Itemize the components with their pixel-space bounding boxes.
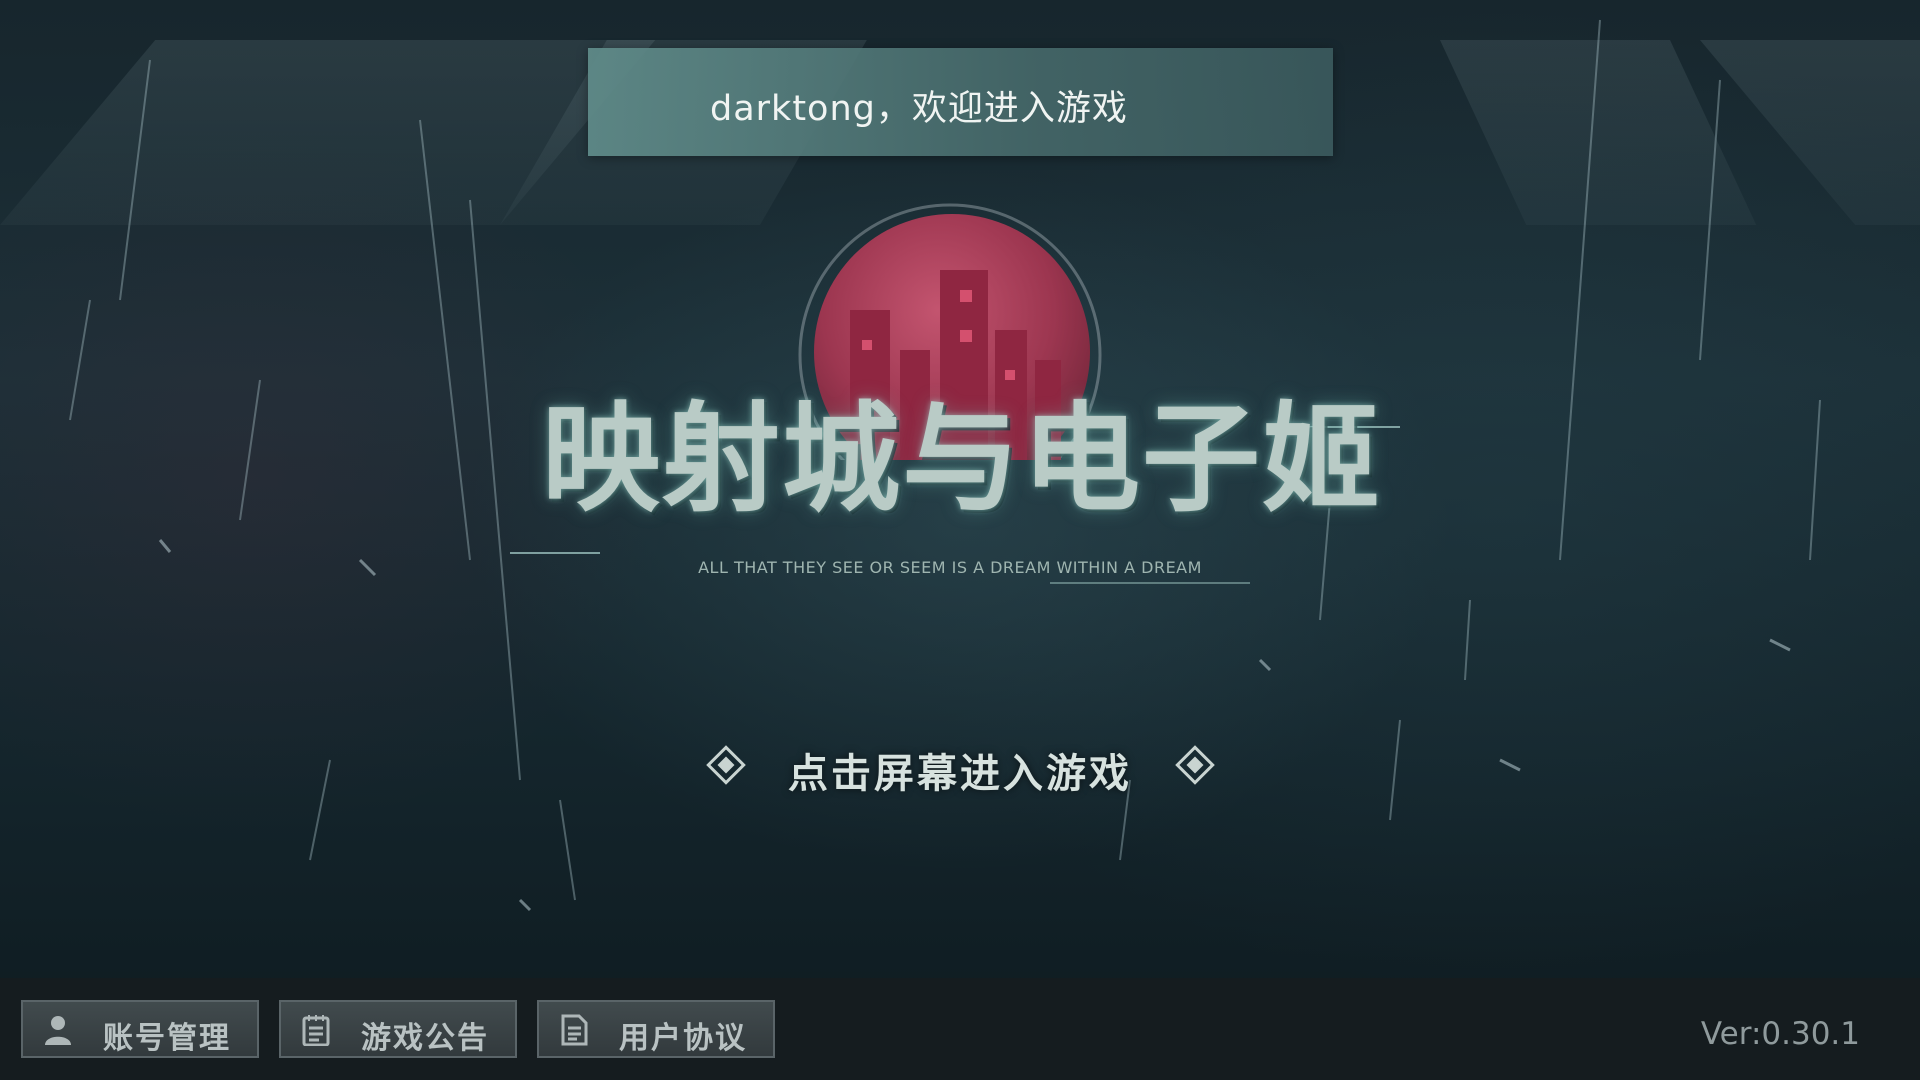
document-icon — [561, 1014, 588, 1046]
user-agreement-button[interactable]: 用户协议 — [537, 1000, 775, 1058]
tap-to-start-text: 点击屏幕进入游戏 — [788, 751, 1132, 797]
logo-subtitle: ALL THAT THEY SEE OR SEEM IS A DREAM WIT… — [698, 558, 1202, 577]
logo-title: 映射城与电子姬 — [541, 390, 1382, 528]
crosswalk-stripe — [1440, 40, 1757, 225]
welcome-banner: darktong，欢迎进入游戏 — [588, 48, 1333, 156]
game-logo: 映射城与电子姬 ALL THAT THEY SEE OR SEEM IS A D… — [490, 200, 1430, 600]
game-notice-label: 游戏公告 — [361, 1021, 489, 1056]
title-screen[interactable]: darktong，欢迎进入游戏 映射城与电子姬 ALL THAT THEY SE… — [0, 0, 1920, 1080]
notepad-icon — [302, 1015, 330, 1046]
version-label: Ver:0.30.1 — [1700, 1016, 1860, 1052]
logo-glitch-line — [1050, 582, 1250, 584]
user-agreement-label: 用户协议 — [619, 1021, 747, 1056]
tap-to-start-prompt[interactable]: 点击屏幕进入游戏 — [700, 735, 1220, 797]
account-management-button[interactable]: 账号管理 — [21, 1000, 259, 1058]
welcome-text: darktong，欢迎进入游戏 — [710, 89, 1128, 129]
game-notice-button[interactable]: 游戏公告 — [279, 1000, 517, 1058]
logo-glitch-line — [510, 552, 600, 554]
diamond-icon — [706, 745, 746, 785]
person-icon — [45, 1016, 71, 1045]
account-management-label: 账号管理 — [103, 1021, 231, 1056]
diamond-icon — [1175, 745, 1215, 785]
bottom-menu-bar: 账号管理 游戏公告 用户协议 Ver:0.30.1 — [0, 978, 1920, 1080]
